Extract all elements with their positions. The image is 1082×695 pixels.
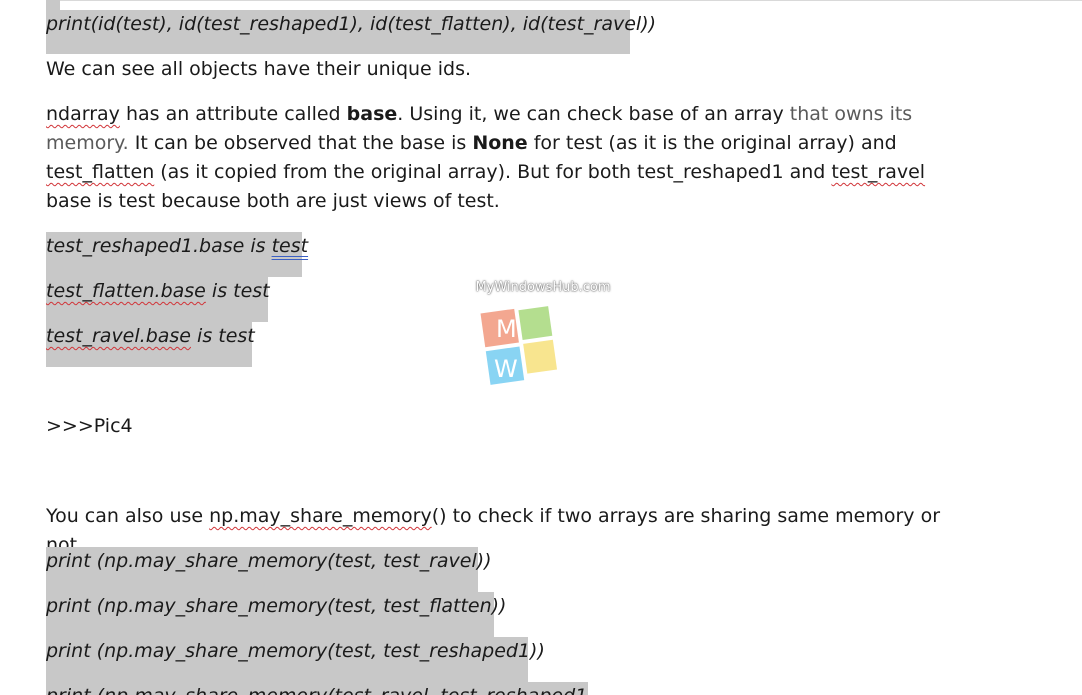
watermark-letter-w: W [494,355,518,383]
document-page: print(id(test), id(test_reshaped1), id(t… [0,0,1082,695]
paragraph-text: We can see all objects have their unique… [46,58,472,80]
text: (as it copied from the original array). … [154,161,832,183]
bold-base: base [346,103,398,125]
word-ndarray: ndarray [46,103,120,125]
word-np-may-share-memory: np.may_share_memory [209,505,432,527]
code-text: print (np.may_share_memory(test, test_re… [46,640,545,662]
pic-label: >>>Pic4 [46,412,966,441]
word-test-flatten: test_flatten [46,161,155,183]
text: has an attribute called [119,103,347,125]
watermark: MyWindowsHub.com M W [468,280,618,400]
code-text: is test [205,280,270,302]
code-text: is test [191,325,255,347]
code-line-share-ravel-reshaped: print (np.may_share_memory(test_ravel, t… [46,682,588,695]
top-divider [60,0,1082,1]
paragraph-unique-ids: We can see all objects have their unique… [46,55,966,84]
text: You can also use [46,505,210,527]
code-text-test: test [271,235,309,257]
text: It can be observed that the base is [128,132,473,154]
code-text-flatten: test_flatten.base [46,280,206,302]
code-text: print (np.may_share_memory(test_ravel, t… [46,685,588,695]
pic-label-text: >>>Pic4 [46,415,133,437]
code-line-reshaped-base: test_reshaped1.base is test [46,232,308,277]
code-line-flatten-base: test_flatten.base is test [46,277,270,322]
code-line-share-flatten: print (np.may_share_memory(test, test_fl… [46,592,506,637]
code-text: print(id(test), id(test_reshaped1), id(t… [46,13,657,35]
watermark-text: MyWindowsHub.com [475,280,611,295]
paragraph-base-attribute: ndarray has an attribute called base. Us… [46,100,966,216]
text: base is test because both are just views… [46,190,500,212]
text: . Using it, we can check base of an arra… [397,103,790,125]
code-text: print (np.may_share_memory(test, test_fl… [46,595,507,617]
top-highlight-fragment [46,0,60,10]
bold-none: None [472,132,528,154]
watermark-letter-m: M [496,315,517,343]
code-line-ids: print(id(test), id(test_reshaped1), id(t… [46,10,656,54]
text: for test (as it is the original array) a… [527,132,897,154]
code-text-ravel: test_ravel.base [46,325,191,347]
code-line-share-ravel: print (np.may_share_memory(test, test_ra… [46,547,492,592]
windows-logo-icon: M W [480,306,558,385]
code-text: print (np.may_share_memory(test, test_ra… [46,550,492,572]
word-test-ravel: test_ravel [831,161,926,183]
code-line-ravel-base: test_ravel.base is test [46,322,255,367]
code-text: test_reshaped1.base is [46,235,272,257]
code-line-share-reshaped: print (np.may_share_memory(test, test_re… [46,637,545,682]
